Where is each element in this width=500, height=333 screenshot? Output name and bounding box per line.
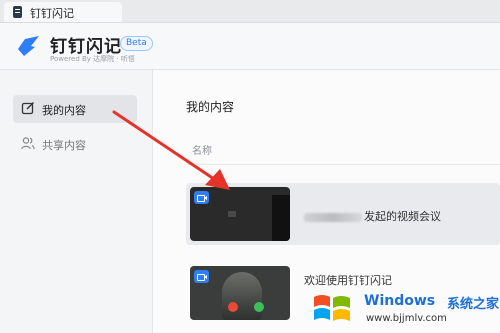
video-thumbnail — [190, 266, 290, 320]
column-header-name[interactable]: 名称 — [192, 142, 212, 157]
redacted-name — [304, 212, 362, 222]
sidebar-item-my-content[interactable]: 我的内容 — [13, 95, 137, 123]
tab-app[interactable]: 钉钉闪记 — [4, 2, 122, 22]
beta-badge: Beta — [120, 36, 153, 51]
watermark-url: www.bjjmlv.com — [366, 313, 447, 324]
app-logo-icon — [18, 36, 39, 56]
sidebar-item-shared-content[interactable]: 共享内容 — [13, 130, 137, 158]
page-title: 我的内容 — [186, 100, 235, 114]
tab-label: 钉钉闪记 — [30, 7, 74, 20]
list-item[interactable]: 发起的视频会议 — [186, 183, 500, 245]
divider — [186, 164, 500, 165]
sidebar: 我的内容 共享内容 — [0, 70, 153, 333]
video-thumbnail — [190, 187, 290, 241]
sidebar-item-label: 共享内容 — [42, 139, 86, 152]
row-title: 发起的视频会议 — [304, 208, 441, 224]
tab-bar: 钉钉闪记 — [0, 0, 500, 23]
watermark-brand: Windows — [364, 293, 436, 309]
app-header: 钉钉闪记 Beta Powered By 达摩院 · 听悟 — [0, 23, 500, 70]
windows-logo-icon — [314, 295, 350, 321]
edit-icon — [21, 102, 34, 115]
watermark: Windows 系统之家 www.bjjmlv.com — [312, 286, 500, 333]
sidebar-item-label: 我的内容 — [42, 104, 86, 117]
powered-by: Powered By 达摩院 · 听悟 — [50, 55, 135, 63]
users-icon — [21, 137, 35, 150]
document-icon — [13, 6, 22, 18]
video-icon — [194, 270, 209, 283]
video-icon — [194, 191, 209, 204]
watermark-suffix: 系统之家 — [447, 297, 500, 312]
